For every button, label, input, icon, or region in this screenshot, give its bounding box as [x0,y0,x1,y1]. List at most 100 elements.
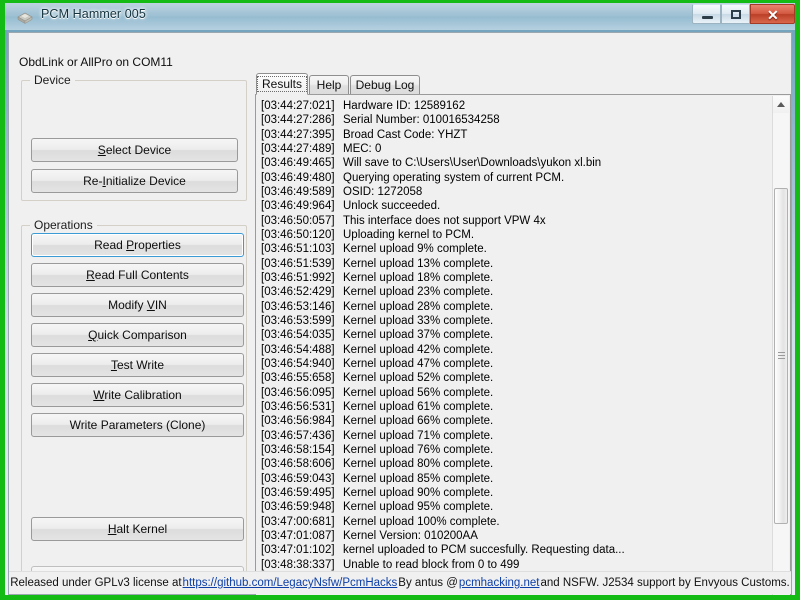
results-log-viewport[interactable]: [03:44:27:021] Hardware ID: 12589162 [03:4… [258,97,772,594]
log-line: [03:47:00:681] Kernel upload 100% complet… [261,515,625,529]
log-line: [03:46:51:992] Kernel upload 18% complete… [261,271,625,285]
chip-module-icon [17,12,33,24]
maximize-button[interactable] [721,4,750,24]
footer-pcmhacking-link[interactable]: pcmhacking.net [459,577,540,589]
log-message: Kernel upload 47% complete. [343,357,494,370]
device-group-title: Device [30,73,75,87]
quick-comparison-button[interactable]: Quick Comparison [31,323,244,347]
footer-status-bar: Released under GPLv3 license at https://… [9,571,791,594]
log-line: [03:46:59:948] Kernel upload 95% complete… [261,500,625,514]
title-bar: PCM Hammer 005 ✕ [5,3,795,30]
log-line: [03:46:59:043] Kernel upload 85% complete… [261,472,625,486]
halt-kernel-label: Halt Kernel [107,522,168,536]
log-timestamp: [03:44:27:021] [261,100,335,112]
log-line: [03:44:27:286] Serial Number: 01001653425… [261,113,625,127]
halt-kernel-button[interactable]: Halt Kernel [31,517,244,541]
tab-results[interactable]: Results [256,73,308,95]
scroll-up-arrow-icon[interactable] [773,96,789,113]
log-message: Kernel upload 71% complete. [343,429,494,442]
log-message: Kernel upload 13% complete. [343,257,494,270]
log-message: Kernel upload 76% complete. [343,443,494,456]
log-message: Kernel upload 90% complete. [343,486,494,499]
log-line: [03:46:56:984] Kernel upload 66% complete… [261,414,625,428]
log-message: OSID: 1272058 [343,185,423,198]
log-message: Kernel upload 52% complete. [343,372,494,385]
log-timestamp: [03:46:49:964] [261,200,335,213]
log-line: [03:46:54:488] Kernel upload 42% complete… [261,343,625,357]
log-message: Kernel upload 37% complete. [343,329,494,342]
log-timestamp: [03:46:57:436] [261,429,335,442]
log-message: Querying operating system of current PCM… [343,171,565,184]
close-icon: ✕ [767,7,779,23]
read-properties-button[interactable]: Read Properties [31,233,244,257]
log-message: Will save to C:\Users\User\Downloads\yuk… [343,157,602,170]
log-message: Uploading kernel to PCM. [343,228,475,241]
client-area: Device ObdLink or AllPro on COM11 Select… [8,32,792,595]
read-full-contents-button[interactable]: Read Full Contents [31,263,244,287]
log-line: [03:46:56:531] Kernel upload 61% complete… [261,400,625,414]
log-timestamp: [03:46:56:095] [261,386,335,399]
log-line: [03:46:50:120] Uploading kernel to PCM. [261,228,625,242]
maximize-icon [731,10,741,19]
log-timestamp: [03:46:49:465] [261,157,335,170]
log-timestamp: [03:48:38:337] [261,558,335,571]
close-button[interactable]: ✕ [750,4,795,24]
log-timestamp: [03:46:59:043] [261,472,335,485]
reinitialize-device-label: Re-Initialize Device [83,174,186,188]
log-message: Kernel upload 100% complete. [343,515,500,528]
log-vertical-scrollbar[interactable] [772,96,789,595]
log-line: [03:46:59:495] Kernel upload 90% complete… [261,486,625,500]
log-timestamp: [03:46:49:589] [261,185,335,198]
log-line: [03:46:53:146] Kernel upload 28% complete… [261,300,625,314]
modify-vin-button[interactable]: Modify VIN [31,293,244,317]
results-log-text: [03:44:27:021] Hardware ID: 12589162 [03:4… [261,99,625,594]
log-line: [03:47:01:087] Kernel Version: 010200AA [261,529,625,543]
log-timestamp: [03:46:51:103] [261,243,335,256]
log-message: Kernel upload 9% complete. [343,243,487,256]
log-line: [03:46:55:658] Kernel upload 52% complete… [261,371,625,385]
log-message: Kernel upload 33% complete. [343,314,494,327]
log-line: [03:47:01:102] kernel uploaded to PCM suc… [261,543,625,557]
log-timestamp: [03:44:27:489] [261,142,335,155]
footer-text-part2: By antus @ [398,577,458,589]
log-message: Kernel upload 80% complete. [343,458,494,471]
write-parameters-clone-button[interactable]: Write Parameters (Clone) [31,413,244,437]
tab-help[interactable]: Help [309,75,349,94]
write-parameters-clone-label: Write Parameters (Clone) [69,418,206,432]
read-full-contents-label: Read Full Contents [86,268,189,282]
write-calibration-label: Write Calibration [93,388,182,402]
tab-help-label: Help [316,78,342,92]
test-write-button[interactable]: Test Write [31,353,244,377]
tab-debug-log-label: Debug Log [355,78,415,92]
log-line: [03:46:54:940] Kernel upload 47% complete… [261,357,625,371]
log-timestamp: [03:46:56:531] [261,400,335,413]
select-device-label: Select Device [97,143,172,157]
log-line: [03:46:57:436] Kernel upload 71% complete… [261,429,625,443]
log-timestamp: [03:46:52:429] [261,286,335,299]
log-line: [03:46:49:465] Will save to C:\Users\User… [261,156,625,170]
select-device-button[interactable]: Select Device [31,138,238,162]
results-log-panel: [03:44:27:021] Hardware ID: 12589162 [03:4… [255,94,791,595]
log-line: [03:46:49:589] OSID: 1272058 [261,185,625,199]
scrollbar-thumb[interactable] [774,188,788,524]
reinitialize-device-button[interactable]: Re-Initialize Device [31,169,238,193]
modify-vin-label: Modify VIN [108,298,167,312]
log-message: Kernel Version: 010200AA [343,529,478,542]
log-line: [03:46:51:539] Kernel upload 13% complete… [261,257,625,271]
minimize-button[interactable] [692,4,721,24]
log-message: MEC: 0 [343,142,382,155]
log-timestamp: [03:46:50:057] [261,214,335,227]
log-timestamp: [03:44:27:395] [261,128,335,141]
log-message: Kernel upload 56% complete. [343,386,494,399]
log-line: [03:44:27:395] Broad Cast Code: YHZT [261,128,625,142]
triangle-up-icon [777,102,785,107]
log-message: Kernel upload 23% complete. [343,286,494,299]
log-message: Hardware ID: 12589162 [343,100,466,112]
log-timestamp: [03:46:58:154] [261,443,335,456]
footer-text-part3: and NSFW. J2534 support by Envyous Custo… [540,577,790,589]
log-message: Kernel upload 66% complete. [343,415,494,428]
tab-debug-log[interactable]: Debug Log [350,75,420,94]
footer-github-link[interactable]: https://github.com/LegacyNsfw/PcmHacks [183,577,398,589]
log-timestamp: [03:46:53:146] [261,300,335,313]
write-calibration-button[interactable]: Write Calibration [31,383,244,407]
